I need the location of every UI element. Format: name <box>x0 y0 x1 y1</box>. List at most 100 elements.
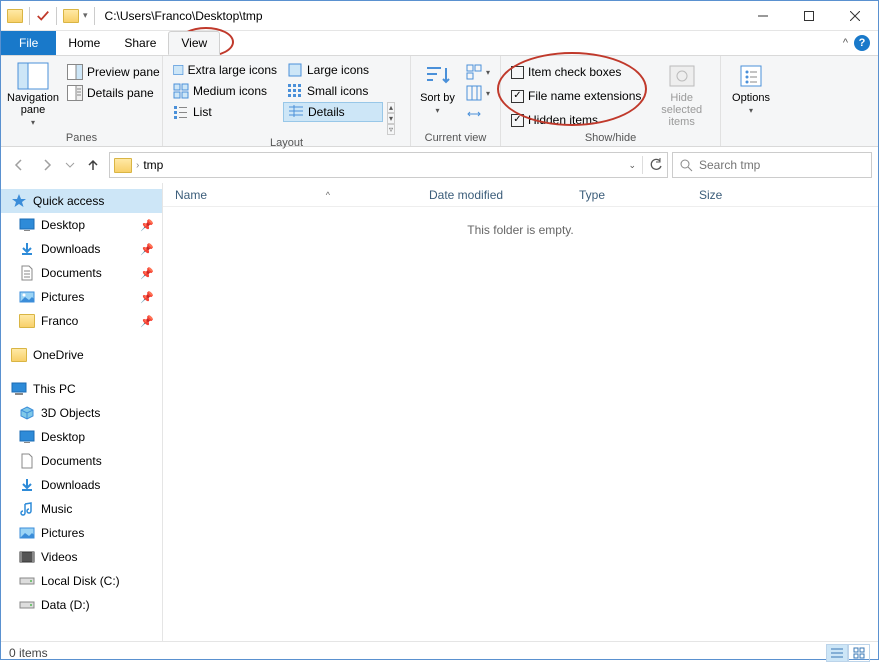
nav-documents[interactable]: Documents📌 <box>1 261 162 285</box>
column-headers: Name^ Date modified Type Size <box>163 183 878 207</box>
up-button[interactable] <box>81 153 105 177</box>
pin-icon: 📌 <box>140 243 154 256</box>
current-view-group-label: Current view <box>417 130 494 146</box>
search-input[interactable] <box>699 158 865 172</box>
layout-list[interactable]: List <box>169 102 281 122</box>
navigation-pane[interactable]: Quick access Desktop📌 Downloads📌 Documen… <box>1 183 163 641</box>
pictures-icon <box>19 525 35 541</box>
details-view-toggle[interactable] <box>826 644 848 662</box>
nav-desktop[interactable]: Desktop📌 <box>1 213 162 237</box>
navigation-pane-label: Navigation pane <box>7 92 59 116</box>
sort-by-button[interactable]: Sort by ▾ <box>417 58 458 115</box>
address-history-dropdown-icon[interactable]: ⌄ <box>628 160 636 171</box>
sort-indicator-icon: ^ <box>326 190 330 200</box>
drive-icon <box>19 597 35 613</box>
nav-pictures[interactable]: Pictures📌 <box>1 285 162 309</box>
collapse-ribbon-icon[interactable]: ^ <box>843 37 848 49</box>
item-check-boxes-toggle[interactable]: Item check boxes <box>507 62 645 82</box>
nav-onedrive[interactable]: OneDrive <box>1 343 162 367</box>
hidden-items-toggle[interactable]: Hidden items <box>507 110 645 130</box>
search-box[interactable] <box>672 152 872 178</box>
file-name-extensions-toggle[interactable]: File name extensions <box>507 86 645 106</box>
breadcrumb-current[interactable]: tmp <box>143 158 163 172</box>
back-button[interactable] <box>7 153 31 177</box>
tab-file[interactable]: File <box>1 31 56 55</box>
search-icon <box>679 158 693 172</box>
downloads-icon <box>19 241 35 257</box>
column-type[interactable]: Type <box>579 188 699 202</box>
nav-pictures-pc[interactable]: Pictures <box>1 521 162 545</box>
this-pc-icon <box>11 381 27 397</box>
ribbon: Navigation pane ▾ Preview pane Details p… <box>1 55 878 147</box>
nav-3d-objects[interactable]: 3D Objects <box>1 401 162 425</box>
layout-xl-icons[interactable]: Extra large icons <box>169 60 281 80</box>
empty-folder-message: This folder is empty. <box>163 207 878 237</box>
options-button[interactable]: Options ▾ <box>727 58 775 115</box>
close-button[interactable] <box>832 1 878 31</box>
details-pane-button[interactable]: Details pane <box>63 83 164 103</box>
nav-videos[interactable]: Videos <box>1 545 162 569</box>
group-by-button[interactable]: ▾ <box>462 62 494 82</box>
status-item-count: 0 items <box>9 646 48 660</box>
pin-icon: 📌 <box>140 315 154 328</box>
window-folder-icon <box>7 9 23 23</box>
star-icon <box>11 193 27 209</box>
hide-selected-button: Hide selected items <box>649 58 714 128</box>
help-icon[interactable]: ? <box>854 35 870 51</box>
layout-m-icons[interactable]: Medium icons <box>169 81 281 101</box>
column-name[interactable]: Name^ <box>175 188 429 202</box>
minimize-button[interactable] <box>740 1 786 31</box>
nav-documents-pc[interactable]: Documents <box>1 449 162 473</box>
desktop-icon <box>19 217 35 233</box>
address-folder-icon <box>114 158 132 173</box>
layout-expand-icon[interactable]: ▿ <box>387 124 395 135</box>
column-date-modified[interactable]: Date modified <box>429 188 579 202</box>
music-icon <box>19 501 35 517</box>
size-columns-button[interactable] <box>462 104 494 124</box>
nav-downloads[interactable]: Downloads📌 <box>1 237 162 261</box>
navigation-pane-button[interactable]: Navigation pane ▾ <box>7 58 59 127</box>
forward-button[interactable] <box>35 153 59 177</box>
thumbnails-view-toggle[interactable] <box>848 644 870 662</box>
breadcrumb-chevron-icon[interactable]: › <box>136 160 139 171</box>
nav-local-disk-c[interactable]: Local Disk (C:) <box>1 569 162 593</box>
tab-share[interactable]: Share <box>112 31 168 55</box>
content-area: Quick access Desktop📌 Downloads📌 Documen… <box>1 183 878 641</box>
preview-pane-button[interactable]: Preview pane <box>63 62 164 82</box>
column-size[interactable]: Size <box>699 188 779 202</box>
maximize-button[interactable] <box>786 1 832 31</box>
3d-objects-icon <box>19 405 35 421</box>
address-bar[interactable]: › tmp ⌄ <box>109 152 668 178</box>
panes-group-label: Panes <box>7 130 156 146</box>
layout-scroll-down-icon[interactable]: ▾ <box>387 113 395 124</box>
layout-l-icons[interactable]: Large icons <box>283 60 383 80</box>
refresh-icon[interactable] <box>649 158 663 172</box>
videos-icon <box>19 549 35 565</box>
nav-downloads-pc[interactable]: Downloads <box>1 473 162 497</box>
show-hide-group-label: Show/hide <box>507 130 714 146</box>
tab-home[interactable]: Home <box>56 31 112 55</box>
address-bar-row: › tmp ⌄ <box>1 147 878 183</box>
desktop-icon <box>19 429 35 445</box>
qat-properties-icon[interactable] <box>36 9 50 23</box>
onedrive-icon <box>11 348 27 362</box>
qat-dropdown-icon[interactable]: ▾ <box>83 10 88 21</box>
tab-view[interactable]: View <box>168 31 220 55</box>
nav-franco[interactable]: Franco📌 <box>1 309 162 333</box>
qat-newfolder-icon[interactable] <box>63 9 79 23</box>
nav-quick-access[interactable]: Quick access <box>1 189 162 213</box>
nav-desktop-pc[interactable]: Desktop <box>1 425 162 449</box>
add-columns-button[interactable]: ▾ <box>462 83 494 103</box>
layout-s-icons[interactable]: Small icons <box>283 81 383 101</box>
pin-icon: 📌 <box>140 291 154 304</box>
nav-data-d[interactable]: Data (D:) <box>1 593 162 617</box>
recent-locations-button[interactable] <box>63 153 77 177</box>
layout-details[interactable]: Details <box>283 102 383 122</box>
nav-this-pc[interactable]: This PC <box>1 377 162 401</box>
documents-icon <box>19 265 35 281</box>
layout-scroll-up-icon[interactable]: ▴ <box>387 102 395 113</box>
title-bar: ▾ C:\Users\Franco\Desktop\tmp <box>1 1 878 31</box>
pin-icon: 📌 <box>140 267 154 280</box>
window-title: C:\Users\Franco\Desktop\tmp <box>105 9 263 23</box>
nav-music[interactable]: Music <box>1 497 162 521</box>
